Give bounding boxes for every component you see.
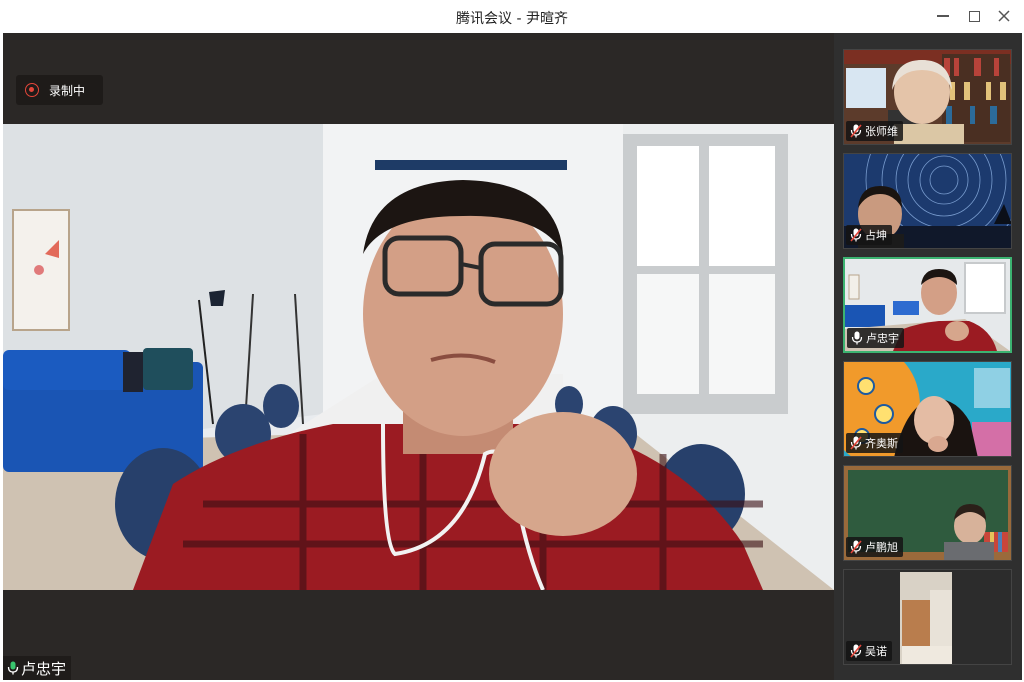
participant-label: 齐奥斯 <box>846 433 903 453</box>
mic-muted-icon <box>850 436 862 450</box>
participant-tile[interactable]: 卢鹏旭 <box>843 465 1012 561</box>
maximize-button[interactable] <box>963 5 985 27</box>
speaker-name-tag: 卢忠宇 <box>3 656 72 680</box>
participant-name: 张师维 <box>865 125 898 138</box>
mic-muted-icon <box>850 124 862 138</box>
participant-name: 占坤 <box>865 229 887 242</box>
mic-icon <box>7 661 19 675</box>
participant-name: 卢鹏旭 <box>865 541 898 554</box>
main-video[interactable]: 录制中 卢忠宇 <box>3 33 834 680</box>
mic-muted-icon <box>850 228 862 242</box>
participant-tile[interactable]: 齐奥斯 <box>843 361 1012 457</box>
participant-label: 卢鹏旭 <box>846 537 903 557</box>
mic-muted-icon <box>850 540 862 554</box>
mic-icon <box>851 331 863 345</box>
record-icon <box>25 83 39 97</box>
speaker-name: 卢忠宇 <box>21 659 67 678</box>
participant-name: 齐奥斯 <box>865 437 898 450</box>
minimize-button[interactable] <box>932 5 954 27</box>
participant-label: 卢忠宇 <box>847 328 904 348</box>
participant-tile-active[interactable]: 卢忠宇 <box>843 257 1012 353</box>
close-button[interactable] <box>993 5 1015 27</box>
speaker-video <box>3 124 834 590</box>
recording-badge[interactable]: 录制中 <box>16 75 103 105</box>
title-bar: 腾讯会议 - 尹暄齐 <box>0 0 1024 33</box>
participant-label: 吴诺 <box>846 641 892 661</box>
participant-label: 占坤 <box>846 225 892 245</box>
recording-label: 录制中 <box>49 83 86 98</box>
participant-label: 张师维 <box>846 121 903 141</box>
window-title: 腾讯会议 - 尹暄齐 <box>456 11 568 27</box>
maximize-icon <box>968 10 980 22</box>
participant-panel: 张师维 占坤 卢忠宇 齐奥斯 卢鹏旭 吴诺 <box>834 33 1022 680</box>
participant-tile[interactable]: 占坤 <box>843 153 1012 249</box>
participant-tile[interactable]: 张师维 <box>843 49 1012 145</box>
speaker-video-frame <box>3 124 834 590</box>
participant-name: 吴诺 <box>865 645 887 658</box>
participant-name: 卢忠宇 <box>866 332 899 345</box>
mic-muted-icon <box>850 644 862 658</box>
minimize-icon <box>937 15 949 17</box>
participant-tile[interactable]: 吴诺 <box>843 569 1012 665</box>
close-icon <box>998 10 1010 22</box>
